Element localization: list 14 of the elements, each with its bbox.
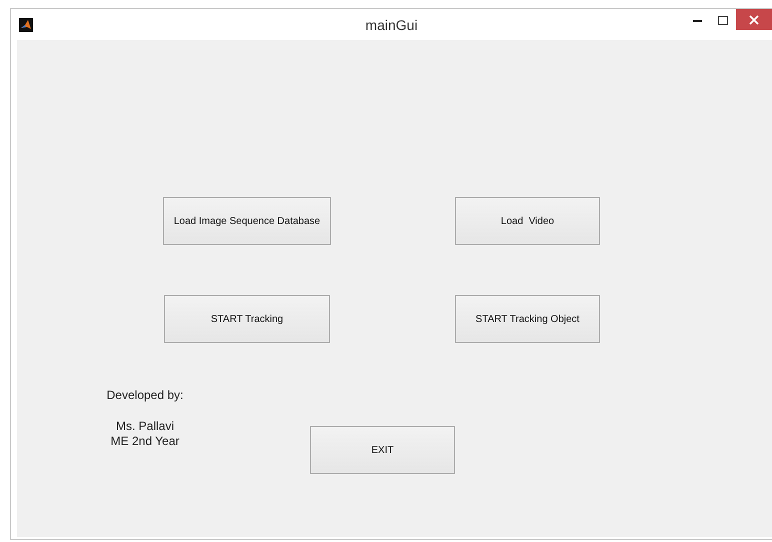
developer-year: ME 2nd Year bbox=[110, 434, 180, 449]
action-button[interactable]: START Tracking Object bbox=[455, 295, 600, 343]
maximize-icon bbox=[718, 16, 728, 24]
exit-button[interactable]: EXIT bbox=[310, 426, 455, 474]
close-button[interactable] bbox=[736, 9, 772, 30]
app-logo-icon bbox=[19, 18, 33, 32]
minimize-icon bbox=[692, 18, 702, 22]
developer-name: Ms. Pallavi bbox=[116, 419, 174, 434]
close-icon bbox=[749, 14, 759, 24]
window-title: mainGui bbox=[365, 17, 418, 33]
action-button[interactable]: Load Image Sequence Database bbox=[163, 197, 331, 245]
credits-heading: Developed by: bbox=[106, 388, 184, 403]
action-button[interactable]: Load Video bbox=[455, 197, 600, 245]
action-button[interactable]: START Tracking bbox=[164, 295, 330, 343]
